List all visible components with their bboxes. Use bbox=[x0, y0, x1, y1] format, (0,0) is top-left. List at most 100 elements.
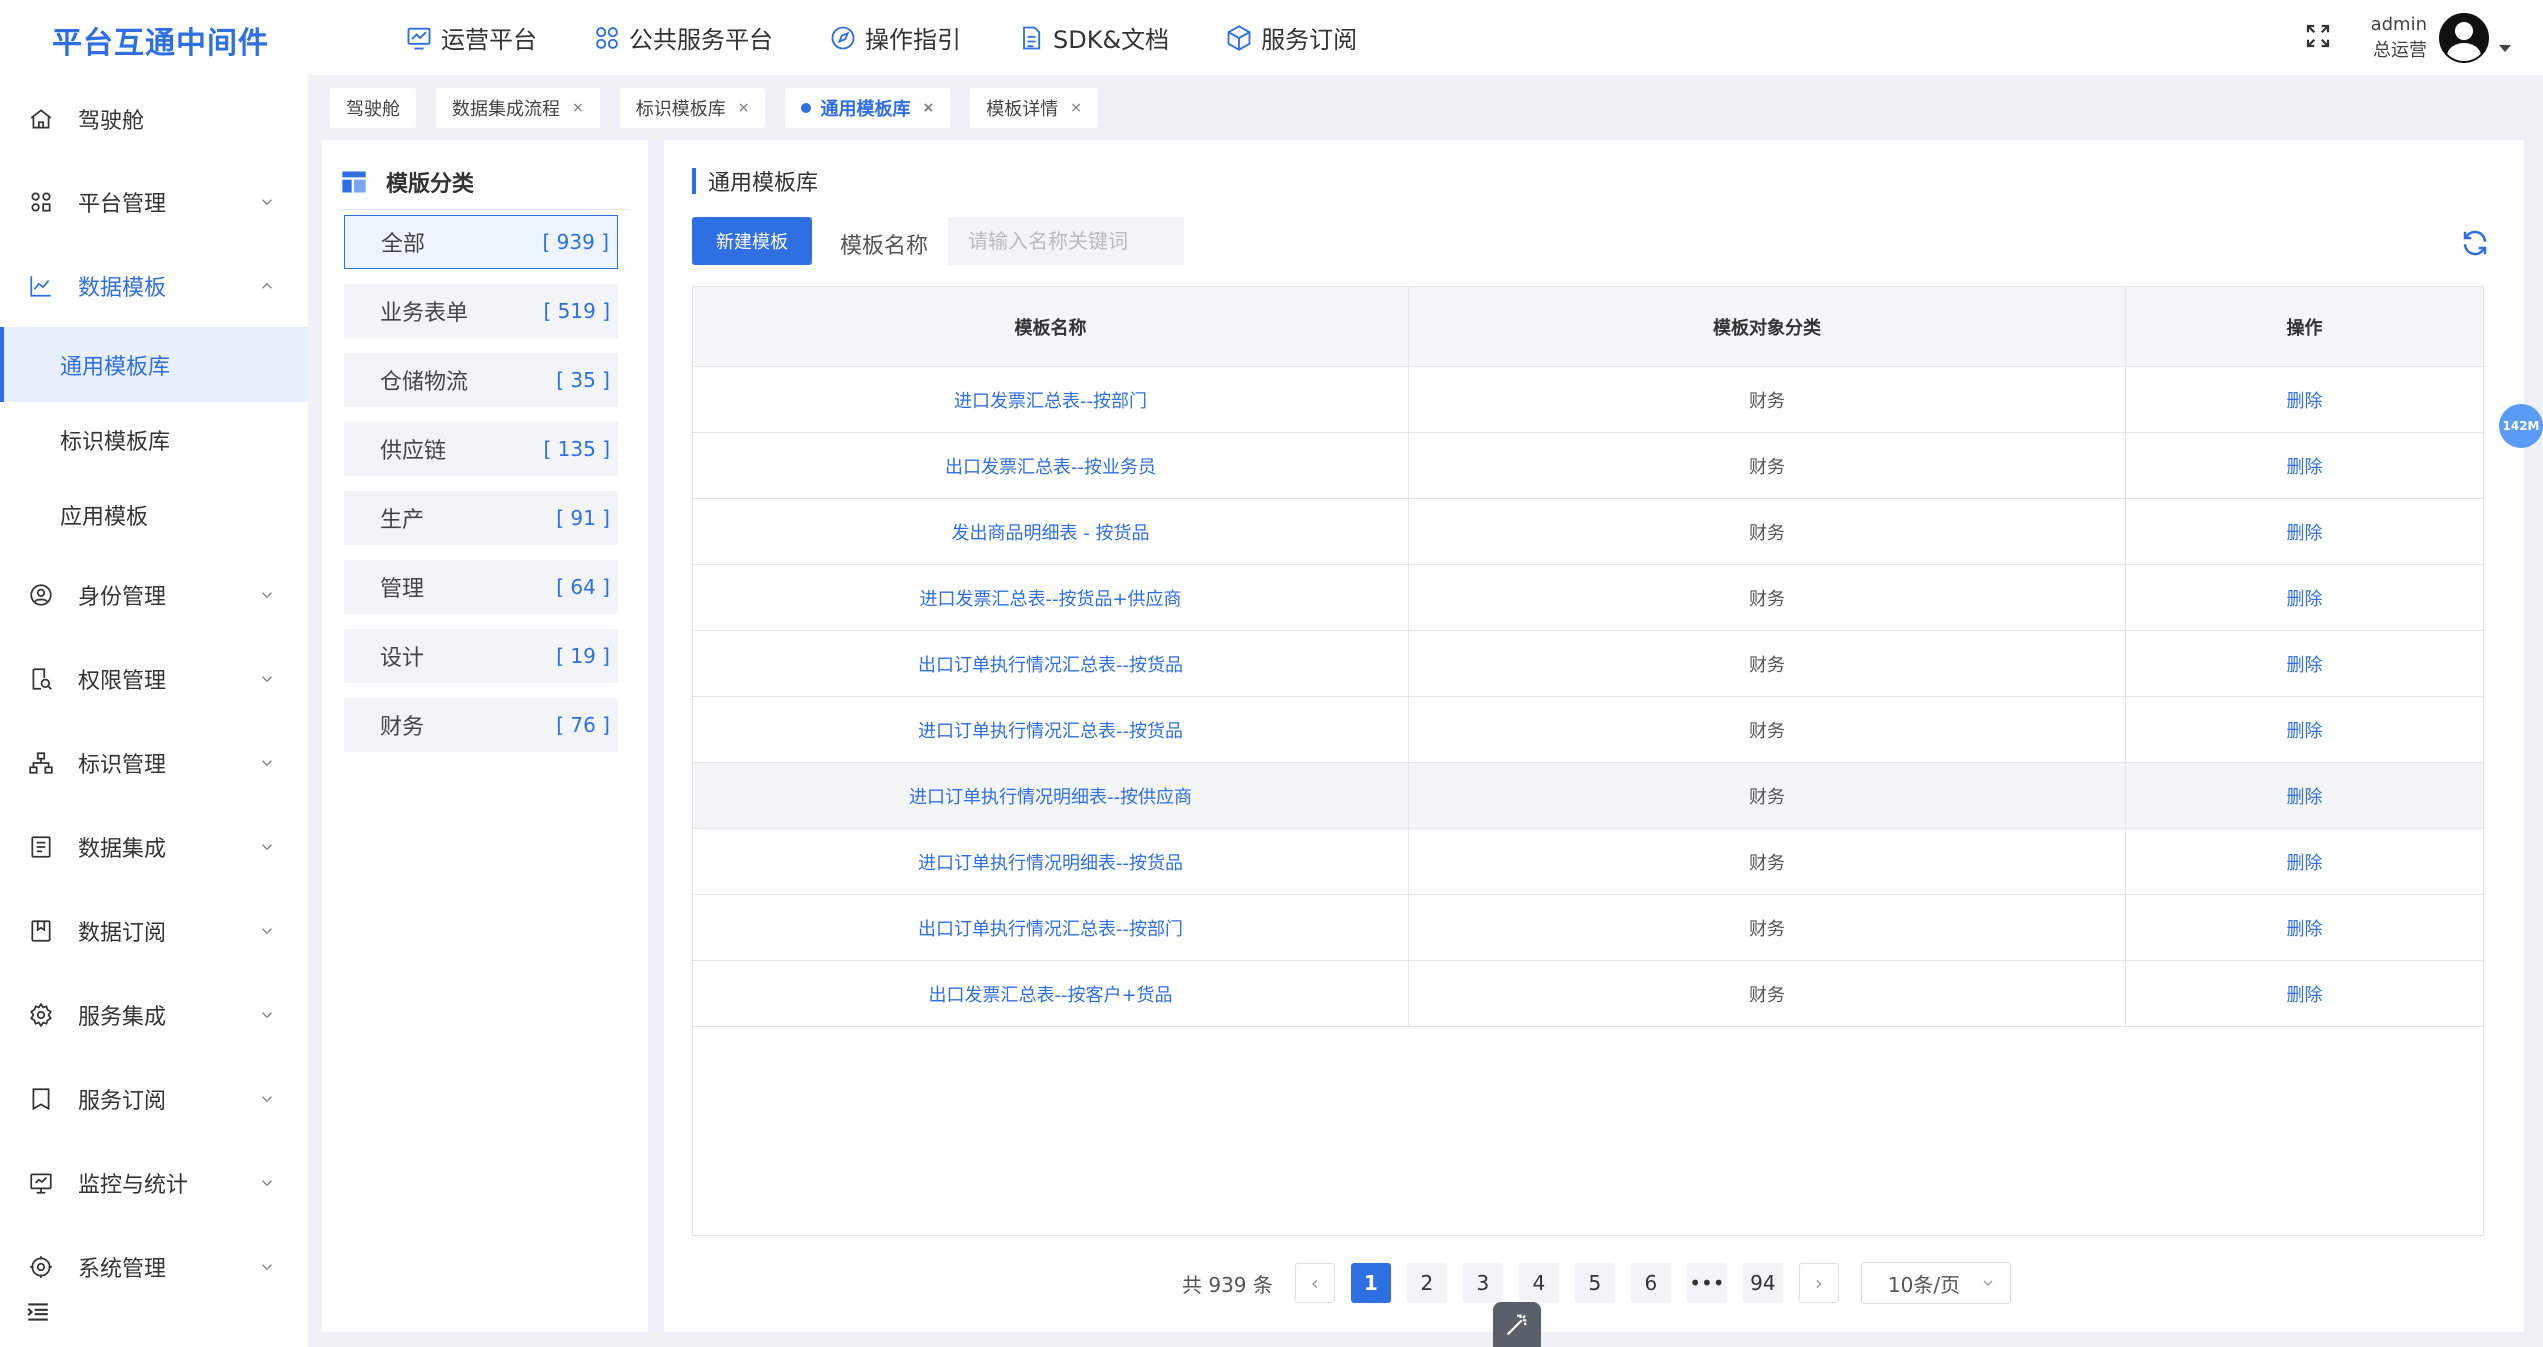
page-button[interactable]: 1 bbox=[1350, 1263, 1391, 1303]
delete-link[interactable]: 删除 bbox=[2126, 499, 2483, 564]
sidebar-item-permission[interactable]: 权限管理 bbox=[0, 648, 308, 710]
delete-link[interactable]: 删除 bbox=[2126, 697, 2483, 762]
category-item-logistics[interactable]: 仓储物流 [ 35 ] bbox=[344, 353, 618, 407]
sidebar-item-data-template[interactable]: 数据模板 bbox=[0, 255, 308, 317]
sidebar-item-data-subscription[interactable]: 数据订阅 bbox=[0, 900, 308, 962]
close-icon[interactable]: × bbox=[572, 100, 584, 116]
category-item-management[interactable]: 管理 [ 64 ] bbox=[344, 560, 618, 614]
app-logo[interactable]: 平台互通中间件 bbox=[52, 18, 269, 62]
category-label: 生产 bbox=[380, 508, 425, 533]
tab-template-detail[interactable]: 模板详情 × bbox=[970, 88, 1098, 128]
chevron-up-icon bbox=[261, 282, 273, 289]
table-row: 发出商品明细表 - 按货品 财务 删除 bbox=[693, 499, 2483, 565]
fullscreen-icon[interactable] bbox=[2303, 21, 2333, 55]
hierarchy-icon bbox=[29, 752, 53, 774]
topnav-public-service[interactable]: 公共服务平台 bbox=[593, 20, 773, 55]
template-name-link[interactable]: 出口订单执行情况汇总表--按部门 bbox=[693, 895, 1409, 960]
delete-link[interactable]: 删除 bbox=[2126, 367, 2483, 432]
category-item-finance[interactable]: 财务 [ 76 ] bbox=[344, 698, 618, 752]
sidebar-item-cockpit[interactable]: 驾驶舱 bbox=[0, 88, 308, 150]
table-body: 进口发票汇总表--按部门 财务 删除 出口发票汇总表--按业务员 财务 删除 发出商品明细表… bbox=[693, 367, 2483, 1027]
category-item-design[interactable]: 设计 [ 19 ] bbox=[344, 629, 618, 683]
sidebar-item-app-template[interactable]: 应用模板 bbox=[0, 477, 308, 552]
sidebar-item-service-integration[interactable]: 服务集成 bbox=[0, 984, 308, 1046]
sidebar-item-general-template[interactable]: 通用模板库 bbox=[0, 327, 308, 402]
topnav-operations[interactable]: 运营平台 bbox=[405, 20, 537, 55]
template-name-link[interactable]: 进口订单执行情况明细表--按货品 bbox=[693, 829, 1409, 894]
sidebar-item-data-integration[interactable]: 数据集成 bbox=[0, 816, 308, 878]
sidebar-item-system[interactable]: 系统管理 bbox=[0, 1236, 308, 1298]
page-ellipsis-button[interactable]: ••• bbox=[1686, 1263, 1727, 1303]
page-button[interactable]: 5 bbox=[1574, 1263, 1615, 1303]
category-item-business-form[interactable]: 业务表单 [ 519 ] bbox=[344, 284, 618, 338]
table-row: 进口发票汇总表--按货品+供应商 财务 删除 bbox=[693, 565, 2483, 631]
table-row: 出口订单执行情况汇总表--按部门 财务 删除 bbox=[693, 895, 2483, 961]
search-input[interactable] bbox=[948, 217, 1184, 265]
tab-cockpit[interactable]: 驾驶舱 bbox=[330, 88, 416, 128]
delete-link[interactable]: 删除 bbox=[2126, 631, 2483, 696]
page-button[interactable]: 3 bbox=[1462, 1263, 1503, 1303]
prev-page-button[interactable]: ‹ bbox=[1294, 1263, 1335, 1303]
sidebar-item-identifier-template[interactable]: 标识模板库 bbox=[0, 402, 308, 477]
topnav-sdk-docs[interactable]: SDK&文档 bbox=[1017, 20, 1169, 55]
delete-link[interactable]: 删除 bbox=[2126, 433, 2483, 498]
user-info[interactable]: admin 总运营 bbox=[2371, 12, 2427, 64]
template-name-link[interactable]: 进口发票汇总表--按货品+供应商 bbox=[693, 565, 1409, 630]
template-name-link[interactable]: 发出商品明细表 - 按货品 bbox=[693, 499, 1409, 564]
page-button[interactable]: 94 bbox=[1742, 1263, 1783, 1303]
chevron-down-icon bbox=[1983, 1280, 1993, 1286]
table-row: 进口订单执行情况明细表--按货品 财务 删除 bbox=[693, 829, 2483, 895]
sidebar-item-platform[interactable]: 平台管理 bbox=[0, 171, 308, 233]
new-template-button[interactable]: 新建模板 bbox=[692, 217, 812, 265]
chevron-down-icon bbox=[261, 676, 273, 683]
sidebar-item-monitoring[interactable]: 监控与统计 bbox=[0, 1152, 308, 1214]
chevron-down-icon bbox=[261, 1264, 273, 1271]
category-item-supply-chain[interactable]: 供应链 [ 135 ] bbox=[344, 422, 618, 476]
sidebar-item-identifier[interactable]: 标识管理 bbox=[0, 732, 308, 794]
delete-link[interactable]: 删除 bbox=[2126, 895, 2483, 960]
template-name-link[interactable]: 出口发票汇总表--按客户+货品 bbox=[693, 961, 1409, 1026]
page-tabs: 驾驶舱 数据集成流程 × 标识模板库 × 通用模板库 × 模板详情 × bbox=[330, 88, 1118, 128]
category-item-all[interactable]: 全部 [ 939 ] bbox=[344, 215, 618, 269]
tab-general-template[interactable]: 通用模板库 × bbox=[785, 88, 951, 128]
delete-link[interactable]: 删除 bbox=[2126, 763, 2483, 828]
template-name-link[interactable]: 进口发票汇总表--按部门 bbox=[693, 367, 1409, 432]
page-button[interactable]: 2 bbox=[1406, 1263, 1447, 1303]
template-name-link[interactable]: 出口发票汇总表--按业务员 bbox=[693, 433, 1409, 498]
topnav-service-subscription[interactable]: 服务订阅 bbox=[1225, 20, 1357, 55]
memory-badge[interactable]: 142M bbox=[2499, 404, 2543, 448]
sidebar-item-label: 权限管理 bbox=[78, 669, 167, 694]
magic-wand-button[interactable] bbox=[1493, 1302, 1541, 1347]
close-icon[interactable]: × bbox=[1070, 100, 1082, 116]
delete-link[interactable]: 删除 bbox=[2126, 565, 2483, 630]
tab-identifier-template[interactable]: 标识模板库 × bbox=[619, 88, 766, 128]
template-name-link[interactable]: 进口订单执行情况明细表--按供应商 bbox=[693, 763, 1409, 828]
page-button[interactable]: 6 bbox=[1630, 1263, 1671, 1303]
template-category-cell: 财务 bbox=[1409, 961, 2126, 1026]
delete-link[interactable]: 删除 bbox=[2126, 829, 2483, 894]
template-category-cell: 财务 bbox=[1409, 499, 2126, 564]
tab-label: 数据集成流程 bbox=[452, 99, 560, 120]
template-category-cell: 财务 bbox=[1409, 631, 2126, 696]
next-page-button[interactable]: › bbox=[1798, 1263, 1839, 1303]
tab-data-integration-flow[interactable]: 数据集成流程 × bbox=[436, 88, 600, 128]
refresh-icon[interactable] bbox=[2460, 228, 2490, 258]
page-button[interactable]: 4 bbox=[1518, 1263, 1559, 1303]
bookmark-icon bbox=[31, 920, 51, 942]
pagination-total: 共 939 条 bbox=[1182, 1272, 1273, 1297]
sidebar-item-identity[interactable]: 身份管理 bbox=[0, 564, 308, 626]
topnav-guide[interactable]: 操作指引 bbox=[829, 20, 961, 55]
menu-fold-icon[interactable] bbox=[24, 1299, 52, 1325]
avatar[interactable] bbox=[2439, 12, 2489, 63]
template-name-link[interactable]: 进口订单执行情况汇总表--按货品 bbox=[693, 697, 1409, 762]
top-header: 平台互通中间件 运营平台 公共服务平台 操作指引 SDK&文档 服务订阅 adm… bbox=[0, 0, 2543, 75]
delete-link[interactable]: 删除 bbox=[2126, 961, 2483, 1026]
template-name-link[interactable]: 出口订单执行情况汇总表--按货品 bbox=[693, 631, 1409, 696]
close-icon[interactable]: × bbox=[922, 100, 934, 116]
user-menu-caret-icon[interactable] bbox=[2499, 45, 2511, 52]
monitor-chart-icon bbox=[407, 27, 431, 49]
sidebar-item-service-subscription[interactable]: 服务订阅 bbox=[0, 1068, 308, 1130]
close-icon[interactable]: × bbox=[738, 100, 750, 116]
category-item-production[interactable]: 生产 [ 91 ] bbox=[344, 491, 618, 545]
page-size-select[interactable]: 10条/页 bbox=[1860, 1262, 2011, 1304]
